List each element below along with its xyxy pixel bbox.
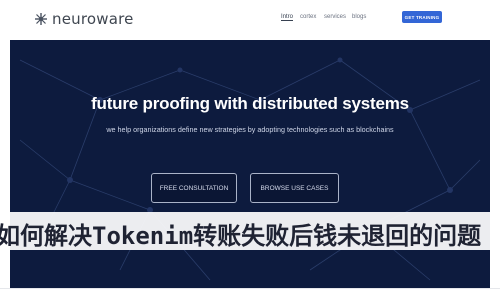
article-title-banner: 如何解决Tokenim转账失败后钱未退回的问题: [0, 212, 500, 250]
nav-link-cortex[interactable]: cortex: [300, 14, 316, 20]
free-consultation-button[interactable]: FREE CONSULTATION: [151, 173, 237, 203]
browse-use-cases-button[interactable]: BROWSE USE CASES: [250, 173, 339, 203]
page-bottom-strip: [0, 288, 500, 301]
hero-subtitle: we help organizations define new strateg…: [106, 125, 394, 134]
nav-link-intro[interactable]: Intro: [281, 14, 294, 21]
nav-link-blogs[interactable]: blogs: [352, 14, 366, 20]
article-title: 如何解决Tokenim转账失败后钱未退回的问题: [0, 222, 482, 250]
top-navigation-bar: neuroware Intro cortex services blogs GE…: [0, 0, 500, 40]
nav-link-services[interactable]: services: [324, 14, 346, 20]
hero-title: future proofing with distributed systems: [91, 94, 409, 113]
get-training-button[interactable]: GET TRAINING: [402, 11, 442, 23]
